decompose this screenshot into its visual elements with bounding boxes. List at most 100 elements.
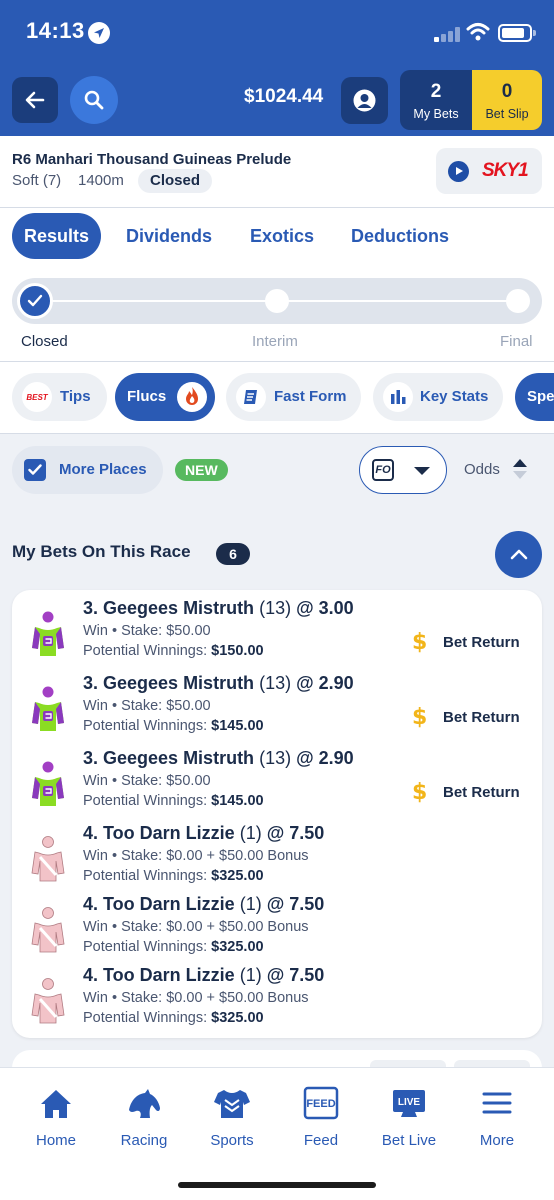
bet-type-stake: Win • Stake: $50.00	[83, 698, 211, 714]
tab-exotics[interactable]: Exotics	[250, 213, 314, 259]
bet-slip-count: 0	[501, 81, 513, 102]
fixed-odds-icon: FO	[372, 459, 394, 481]
race-distance: 1400m	[78, 172, 124, 189]
bet-potential-winnings: Potential Winnings: $145.00	[83, 718, 264, 734]
chip-speed-label: Spe	[527, 388, 554, 405]
odds-sort-label[interactable]: Odds	[464, 461, 500, 478]
status-time: 14:13	[26, 18, 85, 43]
bet-type-stake: Win • Stake: $0.00 + $50.00 Bonus	[83, 848, 309, 864]
bet-potential-winnings: Potential Winnings: $325.00	[83, 939, 264, 955]
svg-text:BEST: BEST	[26, 393, 48, 402]
jockey-silk-icon	[32, 761, 64, 806]
checkbox-checked-icon	[24, 459, 46, 481]
back-button[interactable]	[12, 77, 58, 123]
my-bets-section-title: My Bets On This Race	[12, 542, 191, 561]
my-bets-count: 2	[430, 81, 442, 102]
nav-home[interactable]: Home	[12, 1086, 100, 1149]
jockey-silk-icon	[31, 836, 65, 882]
more-places-toggle[interactable]: More Places	[12, 446, 163, 494]
search-button[interactable]	[70, 76, 118, 124]
progress-step-final	[506, 289, 530, 313]
form-icon	[236, 382, 266, 412]
chip-flucs[interactable]: Flucs	[115, 373, 215, 421]
bet-runner: 4. Too Darn Lizzie (1) @ 7.50	[83, 965, 325, 985]
chip-flucs-label: Flucs	[127, 388, 167, 405]
chip-tips-label: Tips	[60, 388, 91, 405]
bet-row[interactable]: 4. Too Darn Lizzie (1) @ 7.50 Win • Stak…	[12, 957, 542, 1027]
collapse-bets-button[interactable]	[495, 531, 542, 578]
home-indicator	[178, 1182, 376, 1188]
tab-deductions[interactable]: Deductions	[351, 213, 449, 259]
tips-logo-icon: BEST	[22, 382, 52, 412]
result-progress	[12, 278, 542, 324]
nav-bet-live-label: Bet Live	[381, 1132, 437, 1149]
race-status-badge: Closed	[138, 169, 213, 193]
feature-chips: BEST Tips Flucs Fast Form Key Stats Spe	[0, 362, 554, 434]
chip-key-stats[interactable]: Key Stats	[373, 373, 503, 421]
step-label-closed: Closed	[21, 333, 68, 350]
bet-row[interactable]: 3. Geegees Mistruth (13) @ 2.90 Win • St…	[12, 665, 542, 735]
nav-feed[interactable]: FEED Feed	[277, 1086, 365, 1149]
nav-home-label: Home	[35, 1132, 76, 1149]
bet-row[interactable]: 3. Geegees Mistruth (13) @ 3.00 Win • St…	[12, 590, 542, 660]
account-button[interactable]	[341, 77, 388, 124]
progress-step-closed	[17, 283, 53, 319]
nav-more-label: More	[479, 1132, 515, 1149]
bet-row[interactable]: 3. Geegees Mistruth (13) @ 2.90 Win • St…	[12, 740, 542, 810]
my-bets-button[interactable]: 2 My Bets	[400, 70, 472, 130]
play-icon	[448, 161, 469, 182]
nav-sports[interactable]: Sports	[188, 1086, 276, 1149]
tab-results[interactable]: Results	[12, 213, 102, 259]
bet-potential-winnings: Potential Winnings: $145.00	[83, 793, 264, 809]
bet-runner: 4. Too Darn Lizzie (1) @ 7.50	[83, 823, 325, 843]
chevron-down-icon	[414, 467, 430, 475]
feed-icon: FEED	[303, 1086, 339, 1120]
location-arrow-icon	[88, 22, 110, 44]
chip-tips[interactable]: BEST Tips	[12, 373, 107, 421]
dollar-icon: $	[412, 705, 428, 730]
bet-type-stake: Win • Stake: $0.00 + $50.00 Bonus	[83, 919, 309, 935]
tab-dividends[interactable]: Dividends	[126, 213, 212, 259]
race-tabs: Results Dividends Exotics Deductions Clo…	[0, 208, 554, 362]
odds-format-select[interactable]: FO	[359, 446, 447, 494]
nav-racing-label: Racing	[120, 1132, 168, 1149]
bet-type-stake: Win • Stake: $50.00	[83, 623, 211, 639]
chip-fast-form-label: Fast Form	[274, 388, 347, 405]
bet-slip-button[interactable]: 0 Bet Slip	[472, 70, 542, 130]
progress-step-interim	[265, 289, 289, 313]
more-places-label: More Places	[59, 461, 147, 478]
bet-row[interactable]: 4. Too Darn Lizzie (1) @ 7.50 Win • Stak…	[12, 886, 542, 956]
bar-chart-icon	[383, 382, 413, 412]
jockey-silk-icon	[32, 686, 64, 731]
sky-logo: SKY1	[482, 160, 529, 181]
my-bets-label: My Bets	[413, 107, 459, 121]
jockey-silk-icon	[31, 978, 65, 1024]
signal-icon	[434, 26, 462, 42]
menu-icon	[482, 1092, 512, 1114]
nav-sports-label: Sports	[210, 1132, 254, 1149]
watch-stream-button[interactable]: SKY1	[436, 148, 542, 194]
nav-more[interactable]: More	[453, 1086, 541, 1149]
app-header: 14:13 $1024.44 2 My Bets 0 Bet Slip	[0, 0, 554, 136]
search-icon	[84, 90, 104, 110]
track-condition: Soft (7)	[12, 172, 62, 189]
svg-text:FEED: FEED	[306, 1098, 335, 1110]
bet-potential-winnings: Potential Winnings: $150.00	[83, 643, 264, 659]
chip-speed[interactable]: Spe	[515, 373, 554, 421]
bet-row[interactable]: 4. Too Darn Lizzie (1) @ 7.50 Win • Stak…	[12, 815, 542, 885]
my-bets-section-count: 6	[216, 543, 250, 565]
bet-runner: 4. Too Darn Lizzie (1) @ 7.50	[83, 894, 325, 914]
dollar-icon: $	[412, 780, 428, 805]
jockey-silk-icon	[32, 611, 64, 656]
step-label-interim: Interim	[252, 333, 298, 350]
nav-racing[interactable]: Racing	[100, 1086, 188, 1149]
chip-key-stats-label: Key Stats	[420, 388, 489, 405]
options-row: More Places NEW FO Odds	[0, 434, 554, 506]
sort-icon[interactable]	[512, 458, 528, 480]
nav-bet-live[interactable]: LIVE Bet Live	[365, 1086, 453, 1149]
chip-fast-form[interactable]: Fast Form	[226, 373, 361, 421]
home-icon	[41, 1090, 71, 1118]
my-bets-list: 3. Geegees Mistruth (13) @ 3.00 Win • St…	[12, 590, 542, 1038]
bet-potential-winnings: Potential Winnings: $325.00	[83, 868, 264, 884]
account-balance[interactable]: $1024.44	[244, 86, 323, 108]
